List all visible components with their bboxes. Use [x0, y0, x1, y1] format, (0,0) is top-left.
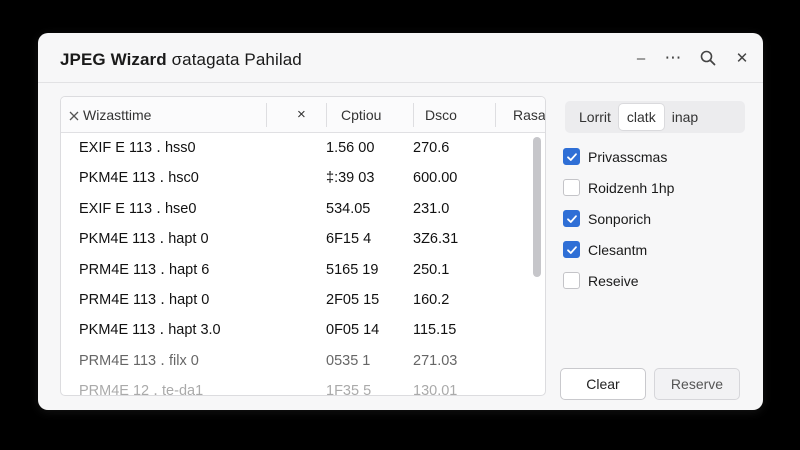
segmented-control: Lorrit clatk inap	[565, 101, 745, 133]
checkbox-unchecked-icon[interactable]	[563, 179, 580, 196]
cell-option: ‡:39 03	[326, 170, 375, 187]
cell-name: PRM4E 113 ․ hapt 6	[79, 261, 210, 278]
header-name-label: Wizasttime	[83, 107, 152, 123]
header-name-column[interactable]: Wizasttime	[69, 97, 151, 133]
column-divider[interactable]	[413, 103, 414, 127]
cell-desc: 250.1	[413, 261, 450, 278]
app-window: JPEG Wizard σatagata Pahilad – ⋯ ✕ Wizas…	[38, 33, 763, 410]
checkbox-privasscmas[interactable]: Privasscmas	[563, 141, 674, 172]
cell-option: 534.05	[326, 200, 371, 217]
table-row[interactable]: PRM4E 113 ․ filx 0 0535 1 271.03	[61, 346, 531, 376]
table-row[interactable]: PRM4E 113 ․ hapt 0 2F05 15 160.2	[61, 285, 531, 315]
vertical-scrollbar[interactable]	[533, 137, 541, 387]
table-row[interactable]: PKM4E 113 ․ hapt 3.0 0F05 14 115.15	[61, 315, 531, 345]
sort-icon	[69, 111, 79, 121]
cell-name: PRM4E 113 ․ filx 0	[79, 352, 199, 369]
header-option-column[interactable]: Cptiou	[341, 97, 381, 133]
window-title: JPEG Wizard σatagata Pahilad	[60, 50, 302, 70]
table-row[interactable]: PKM4E 113 ․ hsc0 ‡:39 03 600.00	[61, 163, 531, 193]
checkbox-label: Sonporich	[588, 210, 652, 227]
table-header: Wizasttime × Cptiou Dsco Rasa	[61, 97, 545, 133]
title-bar: JPEG Wizard σatagata Pahilad – ⋯ ✕	[38, 33, 763, 83]
segment-lorrit[interactable]: Lorrit	[571, 104, 619, 130]
checkbox-label: Roidzenh 1hp	[588, 179, 675, 196]
table-row[interactable]: PRM4E 12 ․ te-da1 1F35 5 130.01	[61, 376, 531, 396]
close-icon[interactable]: ✕	[731, 47, 753, 69]
cell-name: EXIF E 113 ․ hse0	[79, 200, 197, 217]
checkbox-clesantm[interactable]: Clesantm	[563, 234, 674, 265]
cell-desc: 130.01	[413, 383, 458, 396]
window-title-bold: JPEG Wizard	[60, 50, 167, 69]
cell-desc: 160.2	[413, 291, 450, 308]
cell-option: 1.56 00	[326, 140, 375, 156]
column-divider[interactable]	[495, 103, 496, 127]
checkbox-roidzenh[interactable]: Roidzenh 1hp	[563, 172, 674, 203]
checkbox-list: Privasscmas Roidzenh 1hp Sonporich Clesa…	[563, 141, 674, 296]
cell-name: PRM4E 12 ․ te-da1	[79, 383, 204, 396]
cell-option: 2F05 15	[326, 291, 380, 308]
cell-name: PKM4E 113 ․ hsc0	[79, 170, 199, 187]
cell-name: PRM4E 113 ․ hapt 0	[79, 291, 210, 308]
checkbox-checked-icon[interactable]	[563, 210, 580, 227]
segment-inap[interactable]: inap	[664, 104, 706, 130]
checkbox-unchecked-icon[interactable]	[563, 272, 580, 289]
search-icon[interactable]	[697, 47, 719, 69]
window-title-rest: σatagata Pahilad	[166, 50, 302, 69]
column-divider[interactable]	[326, 103, 327, 127]
column-divider[interactable]	[266, 103, 267, 127]
checkbox-sonporich[interactable]: Sonporich	[563, 203, 674, 234]
table-row[interactable]: PRM4E 113 ․ hapt 6 5165 19 250.1	[61, 255, 531, 285]
checkbox-label: Reseive	[588, 272, 639, 289]
checkbox-label: Clesantm	[588, 241, 648, 258]
header-extra-column[interactable]: Rasa	[513, 97, 545, 133]
cell-desc: 115.15	[413, 322, 457, 339]
checkbox-checked-icon[interactable]	[563, 148, 580, 165]
checkbox-checked-icon[interactable]	[563, 241, 580, 258]
cell-desc: 271.03	[413, 352, 458, 369]
cell-name: PKM4E 113 ․ hapt 3.0	[79, 322, 221, 339]
cell-option: 5165 19	[326, 261, 379, 278]
header-close-button[interactable]: ×	[297, 97, 306, 133]
minimize-icon[interactable]: –	[630, 47, 652, 69]
checkbox-label: Privasscmas	[588, 148, 668, 165]
cell-desc: 3Z6.31	[413, 231, 459, 248]
table-row[interactable]: EXIF E 113 ․ hse0 534.05 231.0	[61, 194, 531, 224]
cell-option: 0535 1	[326, 352, 371, 369]
table-row[interactable]: PKM4E 113 ․ hapt 0 6F15 4 3Z6.31	[61, 224, 531, 254]
table-row[interactable]: EXIF E 113 ․ hss0 1.56 00 270.6	[61, 133, 531, 163]
reserve-button[interactable]: Reserve	[654, 368, 740, 400]
scrollbar-thumb[interactable]	[533, 137, 541, 277]
cell-desc: 231.0	[413, 200, 450, 217]
cell-option: 1F35 5	[326, 383, 372, 396]
cell-desc: 270.6	[413, 140, 450, 156]
cell-desc: 600.00	[413, 170, 458, 187]
cell-option: 6F15 4	[326, 231, 372, 248]
file-table: Wizasttime × Cptiou Dsco Rasa EXIF E 113…	[60, 96, 546, 396]
cell-option: 0F05 14	[326, 322, 380, 339]
clear-button[interactable]: Clear	[560, 368, 646, 400]
cell-name: EXIF E 113 ․ hss0	[79, 140, 196, 156]
segment-clatk[interactable]: clatk	[618, 104, 664, 130]
cell-name: PKM4E 113 ․ hapt 0	[79, 231, 209, 248]
checkbox-reseive[interactable]: Reseive	[563, 265, 674, 296]
header-desc-column[interactable]: Dsco	[425, 97, 457, 133]
more-icon[interactable]: ⋯	[662, 47, 684, 69]
table-body: EXIF E 113 ․ hss0 1.56 00 270.6 PKM4E 113 …	[61, 133, 531, 396]
